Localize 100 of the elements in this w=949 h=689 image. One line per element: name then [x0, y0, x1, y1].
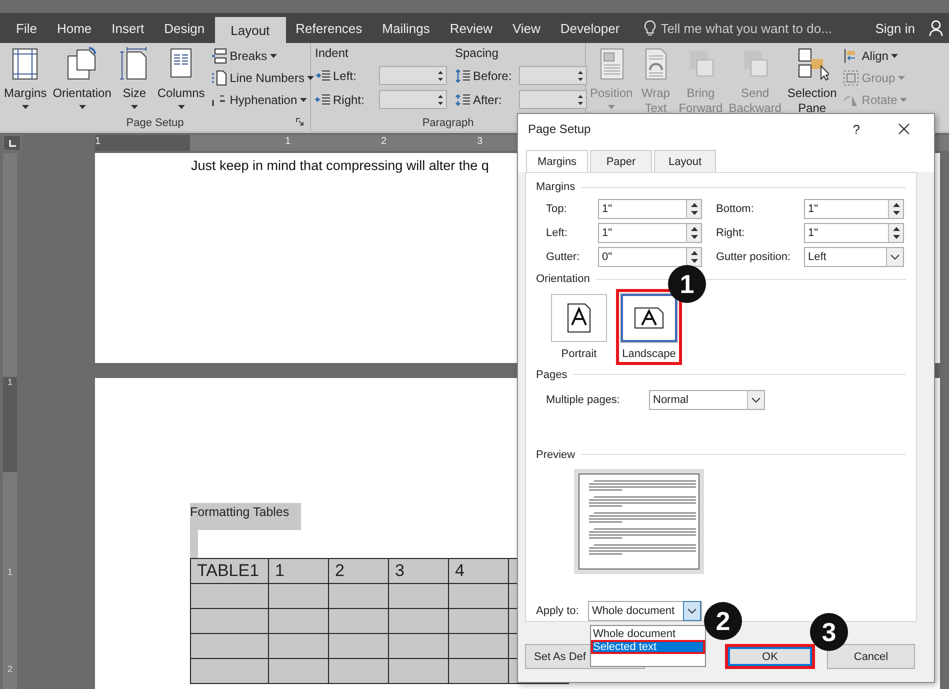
section-label: Pages: [536, 368, 568, 381]
indent-icon: [315, 68, 331, 82]
table-cell: [448, 658, 508, 684]
field-label: Top:: [546, 202, 568, 215]
lightbulb-icon: [644, 20, 656, 36]
dialog-launcher-icon[interactable]: [296, 118, 304, 126]
line-numbers-icon: [210, 70, 227, 86]
ribbon-tab[interactable]: View: [502, 13, 550, 43]
field-label: Right:: [333, 92, 366, 106]
table-cell: 3: [388, 558, 448, 584]
ribbon-tab[interactable]: Review: [440, 13, 502, 43]
spin-field[interactable]: [379, 66, 447, 85]
spinner-arrows-icon[interactable]: [892, 200, 900, 217]
option-label: Landscape: [622, 348, 676, 360]
sign-in-link[interactable]: Sign in: [875, 13, 915, 43]
section-label: Margins: [536, 181, 576, 194]
table-cell: [328, 658, 388, 684]
spin-field[interactable]: [519, 90, 587, 109]
spinner-arrows-icon[interactable]: [690, 248, 698, 265]
spinner-arrows-icon[interactable]: [578, 94, 583, 106]
dialog-tab[interactable]: Margins: [526, 150, 588, 172]
spinner-arrows-icon[interactable]: [438, 94, 443, 106]
close-icon[interactable]: [898, 123, 910, 135]
field-label: Gutter:: [546, 250, 581, 263]
paragraph-text: Just keep in mind that compressing will alter the q: [191, 158, 489, 173]
table-cell: [388, 658, 448, 684]
ribbon-button[interactable]: Hyphenation: [210, 91, 314, 108]
table-cell: [388, 634, 448, 658]
ribbon-tab[interactable]: References: [286, 13, 372, 43]
spin-field[interactable]: 1": [804, 198, 904, 219]
dialog-tab[interactable]: Layout: [654, 150, 716, 172]
spinner-arrows-icon[interactable]: [690, 224, 698, 241]
table-cell: [388, 584, 448, 608]
dropdown[interactable]: Whole document: [588, 601, 702, 621]
orientation-option[interactable]: [551, 294, 607, 342]
ruler-number: 1: [7, 377, 12, 388]
dialog-tab[interactable]: Paper: [590, 150, 652, 172]
field-label: Gutter position:: [715, 250, 792, 263]
ribbon-button[interactable]: Align: [842, 47, 908, 64]
orientation-option[interactable]: [621, 294, 677, 342]
field-label: After:: [473, 92, 503, 106]
tab-selector-icon[interactable]: [3, 135, 21, 151]
spin-field[interactable]: 1": [598, 198, 702, 219]
group-icon: [842, 70, 859, 86]
caret-icon: [270, 54, 278, 58]
ribbon-button[interactable]: Line Numbers: [210, 69, 314, 86]
ribbon-button[interactable]: Size: [115, 46, 154, 114]
ribbon-button[interactable]: Selection Pane: [785, 46, 839, 131]
spinner-arrows-icon[interactable]: [690, 200, 698, 217]
field-label: Left:: [546, 226, 568, 239]
dropdown-option[interactable]: Selected text: [591, 640, 705, 654]
table-cell: [328, 608, 388, 634]
spinner-arrows-icon[interactable]: [438, 70, 443, 82]
spinner-arrows-icon[interactable]: [892, 224, 900, 241]
vertical-ruler[interactable]: 1 1 2: [3, 153, 17, 689]
table-cell: [268, 658, 328, 684]
help-button[interactable]: ?: [852, 122, 860, 136]
field-label: Apply to:: [536, 605, 580, 617]
caret-icon: [891, 54, 898, 58]
section-label: Spacing: [455, 46, 500, 62]
dialog-button[interactable]: OK: [725, 644, 815, 669]
spinner-arrows-icon[interactable]: [578, 70, 583, 82]
ribbon-button[interactable]: Orientation: [50, 46, 114, 114]
ribbon-tab[interactable]: Insert: [102, 13, 154, 43]
ribbon-tab[interactable]: Mailings: [372, 13, 440, 43]
ruler-number: 3: [477, 136, 483, 147]
dialog-title: Page Setup: [528, 122, 591, 136]
dialog-button[interactable]: Cancel: [827, 644, 915, 669]
search-field[interactable]: Tell me what you want to do...: [660, 20, 861, 36]
table-cell: TABLE1: [190, 558, 268, 584]
ribbon-tab[interactable]: File: [6, 13, 47, 43]
field-label: Left:: [333, 68, 358, 82]
table-cell: [388, 608, 448, 634]
field-label: Right:: [715, 226, 746, 239]
table-cell: [268, 584, 328, 608]
dropdown[interactable]: Normal: [649, 390, 765, 410]
ribbon-button[interactable]: Breaks: [210, 47, 314, 64]
dropdown[interactable]: Left: [804, 246, 904, 267]
spin-field[interactable]: 1": [804, 222, 904, 243]
ribbon-button[interactable]: Columns: [155, 46, 207, 114]
ribbon-tab[interactable]: Design: [154, 13, 215, 43]
section-label: Orientation: [536, 273, 590, 286]
spin-field[interactable]: [519, 66, 587, 85]
ribbon-tab[interactable]: Layout: [214, 17, 286, 43]
ruler-number: 1: [285, 136, 291, 147]
option-label: Portrait: [561, 348, 597, 360]
chevron-down-icon: [890, 254, 900, 260]
spin-field[interactable]: 0": [598, 246, 702, 267]
dropdown-option[interactable]: Whole document: [591, 626, 678, 640]
ribbon-button[interactable]: Margins: [2, 46, 49, 114]
caret-icon: [898, 76, 906, 80]
caret-icon: [900, 98, 908, 102]
ribbon-tab[interactable]: Home: [46, 13, 102, 43]
spin-field[interactable]: [379, 90, 447, 109]
ribbon-tab[interactable]: Developer: [550, 13, 630, 43]
indent-icon: [315, 92, 331, 106]
spin-field[interactable]: 1": [598, 222, 702, 243]
table-cell: [328, 584, 388, 608]
ruler-number: 2: [381, 136, 387, 147]
person-icon[interactable]: [929, 19, 945, 37]
